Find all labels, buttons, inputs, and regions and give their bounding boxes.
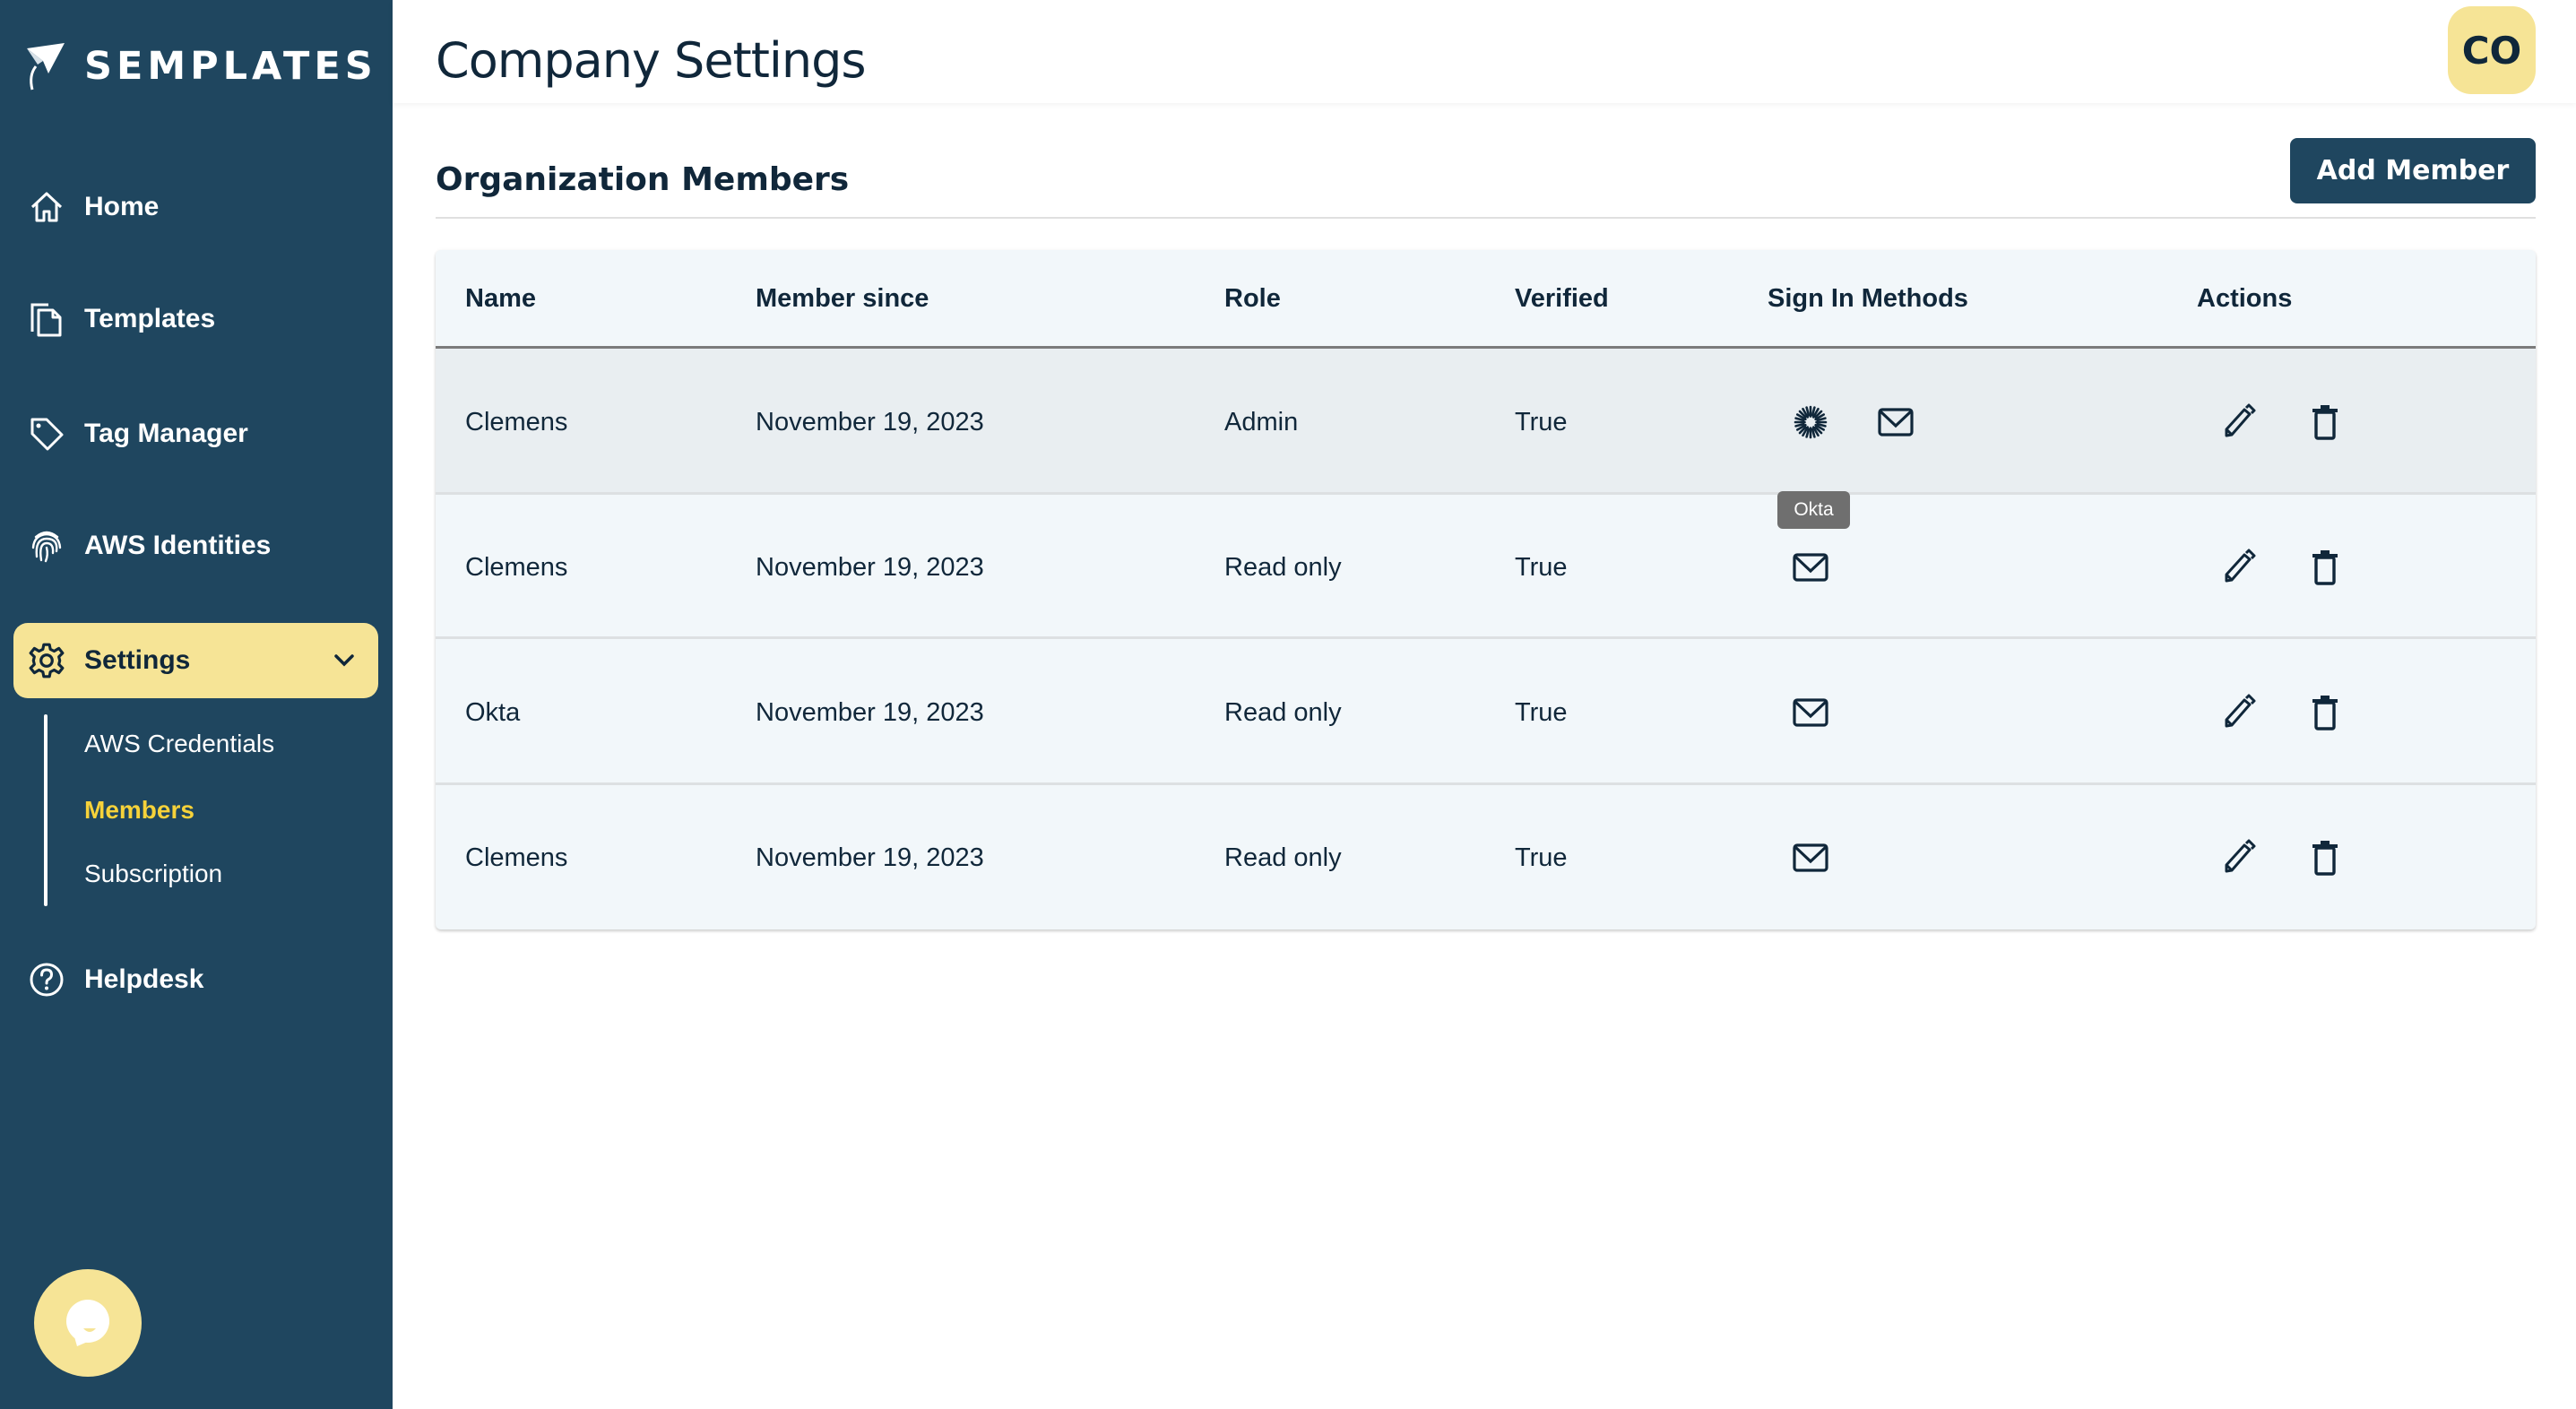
sidebar-item-label: AWS Identities — [84, 531, 272, 560]
table-header: Name Member since Role Verified Sign In … — [436, 250, 2536, 349]
cell-verified: True — [1515, 552, 1568, 582]
chevron-down-icon[interactable] — [330, 646, 359, 675]
sidebar-item-label: Templates — [84, 304, 216, 333]
email-sign-in-icon[interactable] — [1874, 401, 1917, 444]
email-sign-in-icon[interactable] — [1789, 546, 1832, 589]
cell-role: Admin — [1224, 407, 1299, 437]
edit-member-button[interactable] — [2217, 691, 2260, 734]
sidebar: SEMPLATES Home Templates Tag Manager AWS… — [0, 0, 393, 1409]
section-title: Organization Members — [436, 161, 850, 198]
brand-logo[interactable]: SEMPLATES — [23, 39, 377, 93]
section-divider — [436, 217, 2536, 219]
cell-member-since: November 19, 2023 — [756, 407, 984, 437]
sidebar-item-templates[interactable]: Templates — [27, 292, 215, 346]
gear-icon — [27, 641, 66, 680]
sidebar-item-label: Settings — [84, 645, 191, 675]
members-table: Name Member since Role Verified Sign In … — [436, 250, 2536, 929]
column-header-member-since[interactable]: Member since — [756, 281, 929, 316]
chat-icon — [66, 1300, 109, 1346]
sidebar-subitem-members[interactable]: Members — [84, 792, 194, 828]
table-row[interactable]: Clemens November 19, 2023 Read only True — [436, 785, 2536, 929]
email-sign-in-icon[interactable] — [1789, 836, 1832, 879]
add-member-button[interactable]: Add Member — [2290, 138, 2536, 203]
sidebar-item-label: Helpdesk — [84, 964, 204, 994]
delete-member-button[interactable] — [2304, 836, 2347, 879]
column-header-name[interactable]: Name — [465, 281, 536, 316]
home-icon — [27, 187, 66, 227]
chat-support-button[interactable] — [34, 1269, 142, 1377]
cell-name: Okta — [465, 697, 521, 727]
table-row[interactable]: Okta November 19, 2023 Read only True — [436, 639, 2536, 785]
cell-name: Clemens — [465, 552, 568, 582]
table-row[interactable]: Clemens November 19, 2023 Admin True — [436, 349, 2536, 495]
cell-role: Read only — [1224, 552, 1342, 582]
cell-role: Read only — [1224, 843, 1342, 872]
pencil-icon — [2219, 402, 2259, 442]
pencil-icon — [2219, 693, 2259, 732]
delete-member-button[interactable] — [2304, 401, 2347, 444]
brand-name: SEMPLATES — [84, 44, 377, 89]
sidebar-item-tag-manager[interactable]: Tag Manager — [27, 407, 248, 461]
sidebar-item-settings[interactable]: Settings — [13, 623, 378, 698]
trash-icon — [2305, 548, 2345, 587]
trash-icon — [2305, 693, 2345, 732]
cell-verified: True — [1515, 697, 1568, 727]
submenu-indicator-line — [44, 714, 48, 906]
top-bar: Company Settings CO — [393, 0, 2576, 103]
fingerprint-icon — [27, 526, 66, 566]
trash-icon — [2305, 402, 2345, 442]
trash-icon — [2305, 838, 2345, 877]
pencil-icon — [2219, 838, 2259, 877]
edit-member-button[interactable] — [2217, 401, 2260, 444]
tag-icon — [27, 414, 66, 454]
help-circle-icon — [27, 960, 66, 999]
cell-name: Clemens — [465, 407, 568, 437]
cell-verified: True — [1515, 407, 1568, 437]
email-sign-in-icon[interactable] — [1789, 691, 1832, 734]
paper-plane-logo-icon — [27, 43, 65, 91]
edit-member-button[interactable] — [2217, 546, 2260, 589]
sidebar-subitem-subscription[interactable]: Subscription — [84, 856, 222, 892]
sidebar-item-helpdesk[interactable]: Helpdesk — [27, 953, 203, 1007]
cell-member-since: November 19, 2023 — [756, 552, 984, 582]
cell-member-since: November 19, 2023 — [756, 697, 984, 727]
cell-name: Clemens — [465, 843, 568, 872]
sidebar-item-home[interactable]: Home — [27, 180, 159, 234]
tooltip: Okta — [1777, 491, 1850, 529]
cell-member-since: November 19, 2023 — [756, 843, 984, 872]
sidebar-item-label: Tag Manager — [84, 419, 248, 448]
pencil-icon — [2219, 548, 2259, 587]
sidebar-item-aws-identities[interactable]: AWS Identities — [27, 519, 271, 573]
edit-member-button[interactable] — [2217, 836, 2260, 879]
column-header-actions[interactable]: Actions — [2197, 281, 2292, 316]
sidebar-item-label: Home — [84, 192, 160, 221]
okta-sign-in-icon[interactable] — [1789, 401, 1832, 444]
column-header-verified[interactable]: Verified — [1515, 281, 1609, 316]
copy-icon — [27, 299, 66, 339]
delete-member-button[interactable] — [2304, 546, 2347, 589]
cell-role: Read only — [1224, 697, 1342, 727]
sidebar-subitem-aws-credentials[interactable]: AWS Credentials — [84, 726, 274, 762]
page-title: Company Settings — [436, 32, 867, 89]
cell-verified: True — [1515, 843, 1568, 872]
delete-member-button[interactable] — [2304, 691, 2347, 734]
user-avatar[interactable]: CO — [2448, 6, 2536, 94]
column-header-role[interactable]: Role — [1224, 281, 1281, 316]
column-header-sign-in-methods[interactable]: Sign In Methods — [1768, 281, 1968, 316]
table-row[interactable]: Clemens November 19, 2023 Read only True — [436, 495, 2536, 639]
